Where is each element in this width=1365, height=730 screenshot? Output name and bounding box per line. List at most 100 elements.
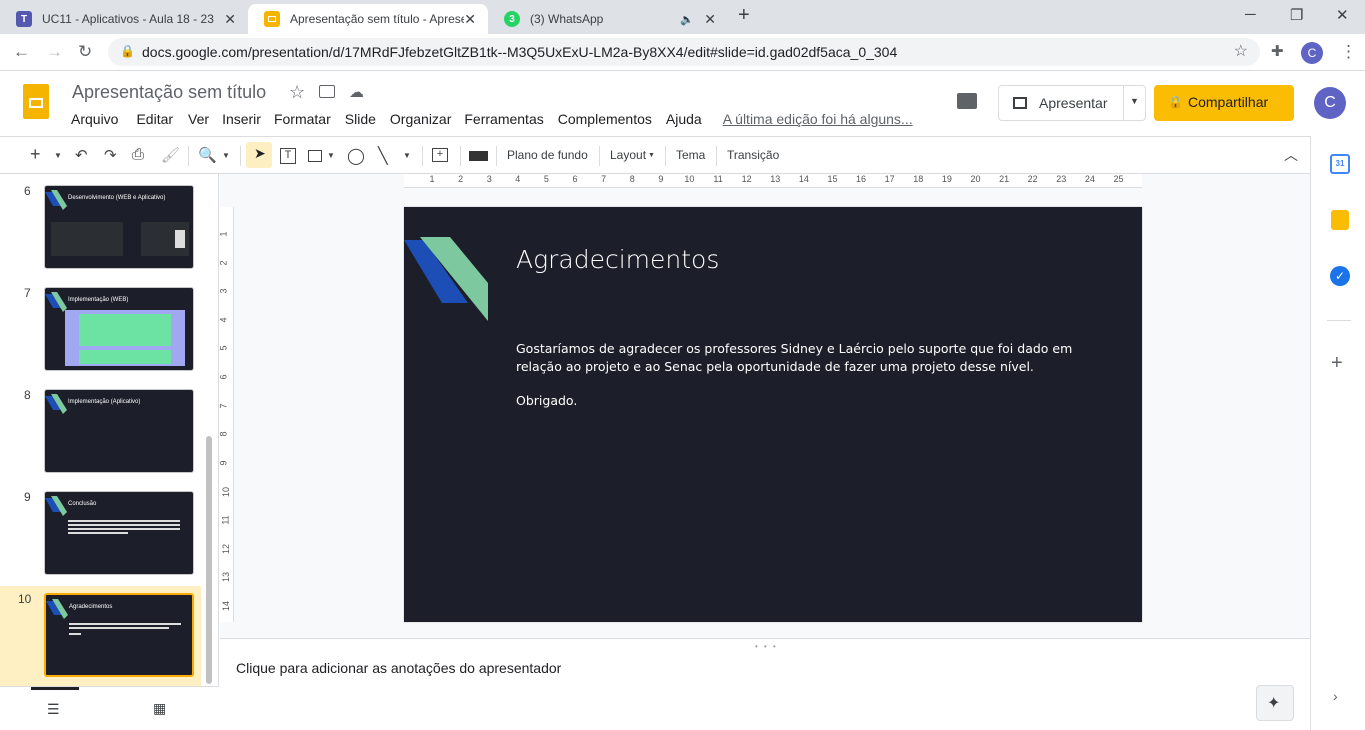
transition-button[interactable]: Transição (727, 148, 779, 162)
slide-closing[interactable]: Obrigado. (516, 393, 577, 408)
star-icon[interactable]: ☆ (1234, 41, 1248, 61)
paint-format-icon[interactable]: 🖌 (161, 146, 180, 164)
background-button[interactable]: Plano de fundo (507, 148, 588, 162)
tab-slides[interactable]: Apresentação sem título - Apresentações … (248, 4, 488, 34)
document-title[interactable]: Apresentação sem título (72, 82, 266, 103)
present-button[interactable]: Apresentar ▼ (998, 85, 1146, 121)
keyboard-icon[interactable] (469, 151, 488, 161)
slide-body[interactable]: Gostaríamos de agradecer os professores … (516, 340, 1076, 376)
ruler-tick-label: 23 (1056, 174, 1067, 184)
ruler-tick-label: 24 (1084, 174, 1095, 184)
slide-thumbnail[interactable]: Implementação (Aplicativo) (44, 389, 194, 473)
restore-button[interactable]: ❐ (1290, 6, 1303, 24)
close-icon[interactable]: ✕ (704, 11, 716, 28)
shape-icon[interactable]: ◯ (347, 146, 365, 166)
chevron-down-icon[interactable]: ▼ (1130, 96, 1139, 106)
ruler-tick-label: 6 (218, 374, 229, 380)
ruler-tick-label: 7 (218, 403, 229, 409)
filmstrip-scrollbar[interactable] (206, 436, 212, 684)
thumbnail-title: Implementação (WEB) (68, 297, 129, 303)
tab-title: (3) WhatsApp (530, 12, 604, 26)
forward-icon[interactable]: → (46, 42, 63, 62)
resize-handle[interactable]: • • • (755, 642, 778, 651)
current-slide[interactable]: Agradecimentos Gostaríamos de agradecer … (404, 207, 1142, 622)
slide-thumbnail[interactable]: Implementação (WEB) (44, 287, 194, 371)
add-addon-icon[interactable]: + (1331, 352, 1343, 375)
chevron-down-icon[interactable]: ▼ (54, 151, 62, 160)
zoom-icon[interactable]: 🔍 (198, 146, 217, 164)
share-label: Compartilhar (1188, 94, 1269, 110)
print-icon[interactable]: ⎙ (132, 146, 144, 163)
grid-view-icon[interactable]: ▦ (153, 700, 166, 717)
slide-thumbnail[interactable]: Conclusão (44, 491, 194, 575)
thumbnail-title: Agradecimentos (69, 604, 113, 610)
new-tab-button[interactable]: + (738, 4, 750, 27)
redo-icon[interactable]: ↷ (104, 146, 117, 164)
layout-button[interactable]: Layout (610, 148, 646, 162)
ruler-tick-label: 5 (218, 345, 229, 351)
slide-thumbnail[interactable]: Desenvolvimento (WEB e Aplicativo) (44, 185, 194, 269)
menu-insert[interactable]: Inserir (222, 111, 261, 127)
close-window-button[interactable]: ✕ (1336, 6, 1349, 24)
chevron-down-icon[interactable]: ▼ (222, 151, 230, 160)
slides-logo-icon[interactable] (23, 84, 49, 119)
star-icon[interactable]: ☆ (289, 82, 305, 103)
account-avatar[interactable]: C (1314, 87, 1346, 119)
slide-title[interactable]: Agradecimentos (516, 245, 719, 274)
speaker-notes[interactable]: • • • Clique para adicionar as anotações… (220, 638, 1310, 730)
chevron-right-icon[interactable]: › (1333, 688, 1338, 704)
ruler-tick-label: 3 (218, 288, 229, 294)
image-icon[interactable] (308, 150, 322, 162)
comment-add-icon[interactable]: + (432, 148, 448, 162)
cloud-status-icon[interactable]: ☁ (349, 83, 364, 101)
menu-tools[interactable]: Ferramentas (464, 111, 543, 127)
ruler-tick-label: 9 (658, 174, 664, 184)
ruler-tick-label: 22 (1027, 174, 1038, 184)
kebab-menu-icon[interactable]: ⋮ (1340, 42, 1357, 62)
ruler-tick-label: 3 (486, 174, 492, 184)
tab-whatsapp[interactable]: 3 (3) WhatsApp 🔈 ✕ (488, 4, 728, 34)
thumbnail-screenshot (65, 310, 185, 366)
menu-help[interactable]: Ajuda (666, 111, 702, 127)
menu-file[interactable]: Arquivo (71, 111, 118, 127)
share-button[interactable]: 🔒 Compartilhar (1154, 85, 1294, 121)
calendar-icon[interactable]: 31 (1330, 154, 1350, 174)
profile-avatar[interactable]: C (1301, 42, 1323, 64)
menu-edit[interactable]: Editar (136, 111, 173, 127)
slide-thumbnail-selected[interactable]: Agradecimentos (44, 593, 194, 677)
tab-teams[interactable]: T UC11 - Aplicativos - Aula 18 - 23 ✕ (0, 4, 248, 34)
close-icon[interactable]: ✕ (464, 11, 476, 28)
menu-arrange[interactable]: Organizar (390, 111, 451, 127)
text-box-icon[interactable]: T (280, 148, 296, 164)
comments-icon[interactable] (957, 93, 977, 109)
notes-placeholder[interactable]: Clique para adicionar as anotações do ap… (236, 660, 561, 676)
chevron-down-icon[interactable]: ▼ (327, 151, 335, 160)
ruler-tick-label: 8 (218, 431, 229, 437)
reload-icon[interactable]: ↻ (78, 42, 92, 62)
last-edit-link[interactable]: A última edição foi há alguns... (723, 111, 913, 127)
extensions-icon[interactable]: ✚ (1271, 42, 1284, 60)
line-icon[interactable]: ╲ (378, 146, 388, 166)
present-label: Apresentar (1039, 95, 1108, 111)
menu-view[interactable]: Ver (188, 111, 209, 127)
explore-button[interactable]: ✦ (1256, 685, 1294, 721)
filmstrip-view-icon[interactable]: ☰ (47, 701, 60, 718)
chevron-down-icon[interactable]: ▼ (403, 151, 411, 160)
menu-addons[interactable]: Complementos (558, 111, 652, 127)
undo-icon[interactable]: ↶ (75, 146, 88, 164)
new-slide-icon[interactable]: + (30, 144, 41, 165)
lock-icon: 🔒 (1168, 95, 1183, 109)
theme-button[interactable]: Tema (676, 148, 705, 162)
back-icon[interactable]: ← (13, 42, 30, 62)
tasks-icon[interactable]: ✓ (1330, 266, 1350, 286)
speaker-icon[interactable]: 🔈 (680, 13, 694, 26)
close-icon[interactable]: ✕ (224, 11, 236, 28)
url-input[interactable]: 🔒 docs.google.com/presentation/d/17MRdFJ… (108, 38, 1260, 66)
move-folder-icon[interactable] (319, 85, 335, 98)
keep-icon[interactable] (1331, 210, 1349, 230)
menu-slide[interactable]: Slide (345, 111, 376, 127)
select-tool[interactable]: ➤ (246, 142, 272, 168)
collapse-toolbar-icon[interactable]: ︿ (1284, 145, 1298, 165)
minimize-button[interactable]: ─ (1245, 6, 1256, 23)
menu-format[interactable]: Formatar (274, 111, 331, 127)
